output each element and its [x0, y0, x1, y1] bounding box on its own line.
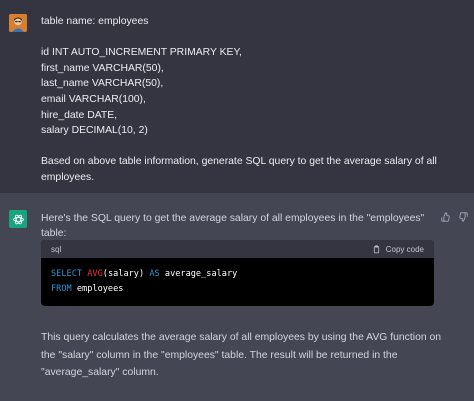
- user-avatar: [9, 14, 27, 32]
- column-line: id INT AUTO_INCREMENT PRIMARY KEY,: [41, 47, 242, 59]
- code-language-label: sql: [51, 244, 62, 254]
- column-line: hire_date DATE,: [41, 109, 118, 121]
- code-block: sql Copy code SELECT AVG(salary) AS aver…: [41, 240, 434, 306]
- column-line: email VARCHAR(100),: [41, 93, 146, 105]
- clipboard-icon: [373, 244, 379, 253]
- code-alias: average_salary: [159, 269, 238, 279]
- assistant-intro-text: Here's the SQL query to get the average …: [41, 213, 425, 239]
- assistant-explanation: This query calculates the average salary…: [41, 329, 461, 382]
- explanation-line: the "salary" column in the "employees" t…: [41, 349, 398, 361]
- code-line: FROM employees: [51, 282, 424, 297]
- user-message-text: table name: employees id INT AUTO_INCREM…: [41, 14, 461, 186]
- code-keyword: AS: [149, 269, 160, 279]
- thumbs-down-icon: [459, 212, 468, 222]
- code-keyword: FROM: [51, 283, 72, 294]
- column-line: salary DECIMAL(10, 2): [41, 125, 148, 137]
- code-content: SELECT AVG(salary) AS average_salary FROM…: [41, 258, 434, 305]
- thumbs-up-button[interactable]: [441, 209, 451, 227]
- code-function: AVG: [87, 269, 103, 279]
- column-line: first_name VARCHAR(50),: [41, 62, 164, 74]
- copy-code-button[interactable]: Copy code: [372, 245, 424, 254]
- code-line: SELECT AVG(salary) AS average_salary: [51, 267, 424, 282]
- code-args: (salary): [102, 269, 145, 279]
- feedback-actions: [441, 209, 468, 227]
- code-table: employees: [71, 283, 124, 294]
- explanation-line: This query calculates the average salary…: [41, 332, 442, 343]
- chatgpt-avatar: [9, 210, 27, 228]
- chatgpt-logo-icon: [12, 214, 24, 224]
- thumbs-up-icon: [441, 212, 450, 222]
- copy-code-label: Copy code: [385, 244, 424, 254]
- user-avatar-icon: [9, 14, 27, 32]
- thumbs-down-button[interactable]: [458, 209, 468, 227]
- code-header: sql Copy code: [41, 240, 434, 258]
- code-keyword: SELECT: [51, 269, 83, 279]
- table-name-line: table name: employees: [41, 16, 149, 27]
- column-line: last_name VARCHAR(50),: [41, 78, 164, 90]
- explanation-line: "average_salary" column.: [41, 367, 159, 379]
- request-line: Based on above table information, genera…: [41, 156, 437, 168]
- request-line: employees.: [41, 171, 95, 183]
